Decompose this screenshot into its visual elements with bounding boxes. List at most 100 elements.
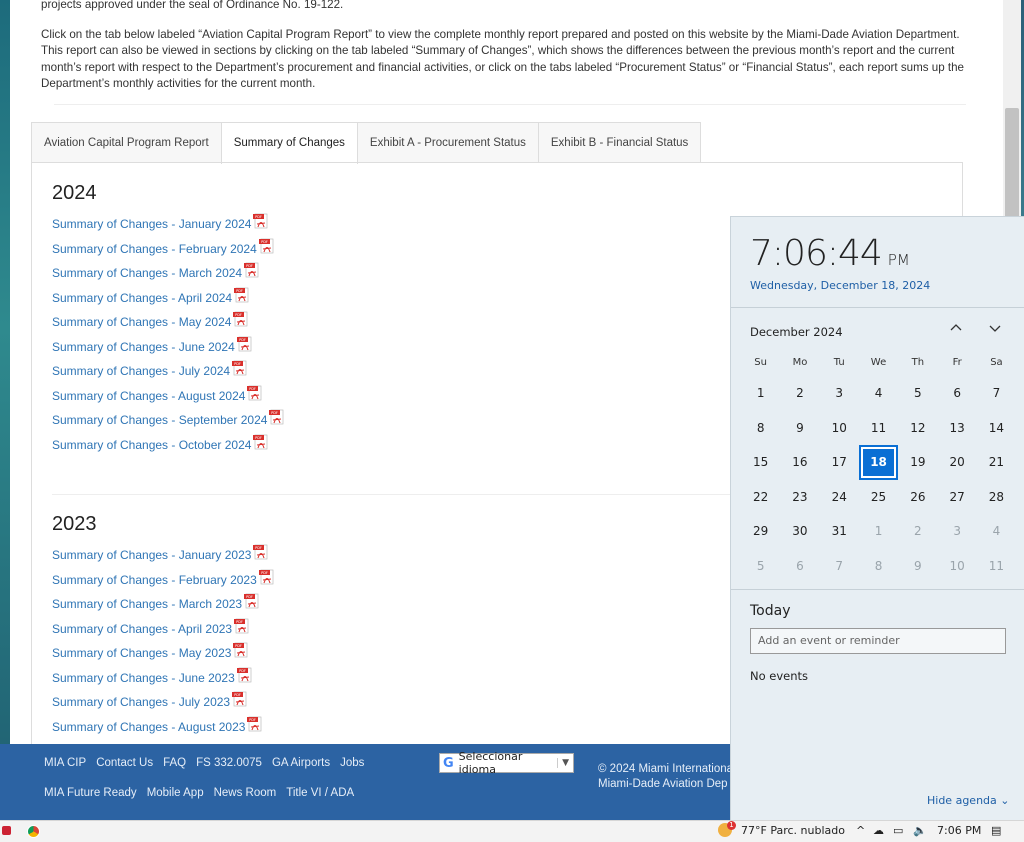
summary-link[interactable]: Summary of Changes - June 2024	[52, 340, 235, 354]
pdf-icon[interactable]: PDF	[253, 213, 269, 229]
calendar-day[interactable]: 11	[977, 549, 1016, 584]
pdf-icon[interactable]: PDF	[233, 642, 249, 658]
volume-icon[interactable]: 🔈	[913, 824, 927, 837]
calendar-day[interactable]: 4	[859, 376, 898, 411]
calendar-day-today[interactable]: 18	[858, 445, 899, 480]
calendar-day[interactable]: 8	[741, 411, 780, 446]
calendar-day[interactable]: 4	[977, 514, 1016, 549]
calendar-day[interactable]: 10	[820, 411, 859, 446]
pdf-icon[interactable]: PDF	[236, 667, 253, 683]
calendar-day[interactable]: 1	[859, 514, 898, 549]
pdf-icon[interactable]: PDF	[244, 262, 260, 278]
calendar-day[interactable]: 25	[859, 480, 898, 515]
pdf-icon[interactable]: PDF	[253, 544, 269, 560]
calendar-day[interactable]: 9	[898, 549, 937, 584]
scrollbar-thumb[interactable]	[1005, 108, 1019, 218]
calendar-day[interactable]: 19	[898, 445, 937, 480]
summary-link[interactable]: Summary of Changes - August 2023	[52, 720, 245, 734]
pdf-icon[interactable]: PDF	[232, 360, 248, 376]
calendar-day[interactable]: 3	[820, 376, 859, 411]
footer-link[interactable]: FS 332.0075	[196, 757, 262, 769]
calendar-day[interactable]: 10	[937, 549, 976, 584]
clock-date-link[interactable]: Wednesday, December 18, 2024	[750, 279, 930, 292]
summary-link[interactable]: Summary of Changes - January 2024	[52, 217, 251, 231]
summary-link[interactable]: Summary of Changes - March 2023	[52, 597, 242, 611]
pdf-icon[interactable]: PDF	[258, 238, 275, 254]
footer-link[interactable]: News Room	[214, 787, 277, 799]
app-icon-red[interactable]	[2, 826, 11, 835]
calendar-day[interactable]: 6	[780, 549, 819, 584]
calendar-day[interactable]: 27	[937, 480, 976, 515]
chevron-down-icon[interactable]	[988, 321, 1002, 339]
footer-link[interactable]: GA Airports	[272, 757, 330, 769]
calendar-day[interactable]: 24	[820, 480, 859, 515]
calendar-day[interactable]: 16	[780, 445, 819, 480]
summary-link[interactable]: Summary of Changes - May 2023	[52, 646, 231, 660]
summary-link[interactable]: Summary of Changes - April 2023	[52, 622, 232, 636]
summary-link[interactable]: Summary of Changes - July 2024	[52, 364, 230, 378]
chevron-up-icon[interactable]	[949, 321, 963, 339]
pdf-icon[interactable]: PDF	[236, 336, 253, 352]
language-select[interactable]: G Seleccionar idioma ▼	[439, 750, 574, 776]
footer-link[interactable]: MIA Future Ready	[44, 787, 137, 799]
summary-link[interactable]: Summary of Changes - March 2024	[52, 266, 242, 280]
footer-link[interactable]: Title VI / ADA	[286, 787, 354, 799]
calendar-day[interactable]: 12	[898, 411, 937, 446]
calendar-day[interactable]: 5	[898, 376, 937, 411]
pdf-icon[interactable]: PDF	[232, 691, 248, 707]
calendar-day[interactable]: 30	[780, 514, 819, 549]
pdf-icon[interactable]: PDF	[234, 618, 250, 634]
tray-chevron-up-icon[interactable]: ^	[856, 824, 865, 837]
summary-link[interactable]: Summary of Changes - January 2023	[52, 548, 251, 562]
calendar-day[interactable]: 9	[780, 411, 819, 446]
pdf-icon[interactable]: PDF	[247, 385, 263, 401]
pdf-icon[interactable]: PDF	[233, 311, 249, 327]
footer-link[interactable]: Mobile App	[147, 787, 204, 799]
notifications-icon[interactable]: ▤	[991, 824, 1001, 837]
summary-link[interactable]: Summary of Changes - July 2023	[52, 695, 230, 709]
calendar-day[interactable]: 2	[898, 514, 937, 549]
tab-0[interactable]: Aviation Capital Program Report	[31, 122, 222, 163]
summary-link[interactable]: Summary of Changes - August 2024	[52, 389, 245, 403]
calendar-day[interactable]: 31	[820, 514, 859, 549]
calendar-day[interactable]: 14	[977, 411, 1016, 446]
footer-link[interactable]: MIA CIP	[44, 757, 86, 769]
summary-link[interactable]: Summary of Changes - February 2024	[52, 242, 257, 256]
pdf-icon[interactable]: PDF	[244, 593, 260, 609]
calendar-day[interactable]: 6	[937, 376, 976, 411]
calendar-day[interactable]: 15	[741, 445, 780, 480]
event-input[interactable]: Add an event or reminder	[750, 628, 1006, 654]
calendar-day[interactable]: 11	[859, 411, 898, 446]
summary-link[interactable]: Summary of Changes - May 2024	[52, 315, 231, 329]
footer-link[interactable]: Contact Us	[96, 757, 153, 769]
footer-link[interactable]: Jobs	[340, 757, 364, 769]
summary-link[interactable]: Summary of Changes - February 2023	[52, 573, 257, 587]
calendar-day[interactable]: 7	[977, 376, 1016, 411]
pdf-icon[interactable]: PDF	[234, 287, 250, 303]
calendar-day[interactable]: 22	[741, 480, 780, 515]
calendar-day[interactable]: 5	[741, 549, 780, 584]
summary-link[interactable]: Summary of Changes - October 2024	[52, 438, 251, 452]
calendar-day[interactable]: 1	[741, 376, 780, 411]
summary-link[interactable]: Summary of Changes - September 2024	[52, 413, 267, 427]
tab-3[interactable]: Exhibit B - Financial Status	[537, 122, 702, 163]
taskbar-clock[interactable]: 7:06 PM	[937, 824, 981, 837]
calendar-day[interactable]: 26	[898, 480, 937, 515]
summary-link[interactable]: Summary of Changes - June 2023	[52, 671, 235, 685]
network-icon[interactable]: ▭	[893, 824, 903, 837]
hide-agenda-button[interactable]: Hide agenda ⌄	[927, 794, 1009, 807]
calendar-day[interactable]: 17	[820, 445, 859, 480]
summary-link[interactable]: Summary of Changes - April 2024	[52, 291, 232, 305]
tab-1[interactable]: Summary of Changes	[220, 122, 358, 164]
calendar-day[interactable]: 3	[937, 514, 976, 549]
pdf-icon[interactable]: PDF	[269, 409, 285, 425]
pdf-icon[interactable]: PDF	[247, 716, 263, 732]
tab-2[interactable]: Exhibit A - Procurement Status	[356, 122, 539, 163]
calendar-day[interactable]: 8	[859, 549, 898, 584]
calendar-day[interactable]: 2	[780, 376, 819, 411]
calendar-day[interactable]: 7	[820, 549, 859, 584]
footer-link[interactable]: FAQ	[163, 757, 186, 769]
calendar-day[interactable]: 20	[937, 445, 976, 480]
chrome-icon[interactable]	[27, 825, 40, 838]
calendar-day[interactable]: 28	[977, 480, 1016, 515]
